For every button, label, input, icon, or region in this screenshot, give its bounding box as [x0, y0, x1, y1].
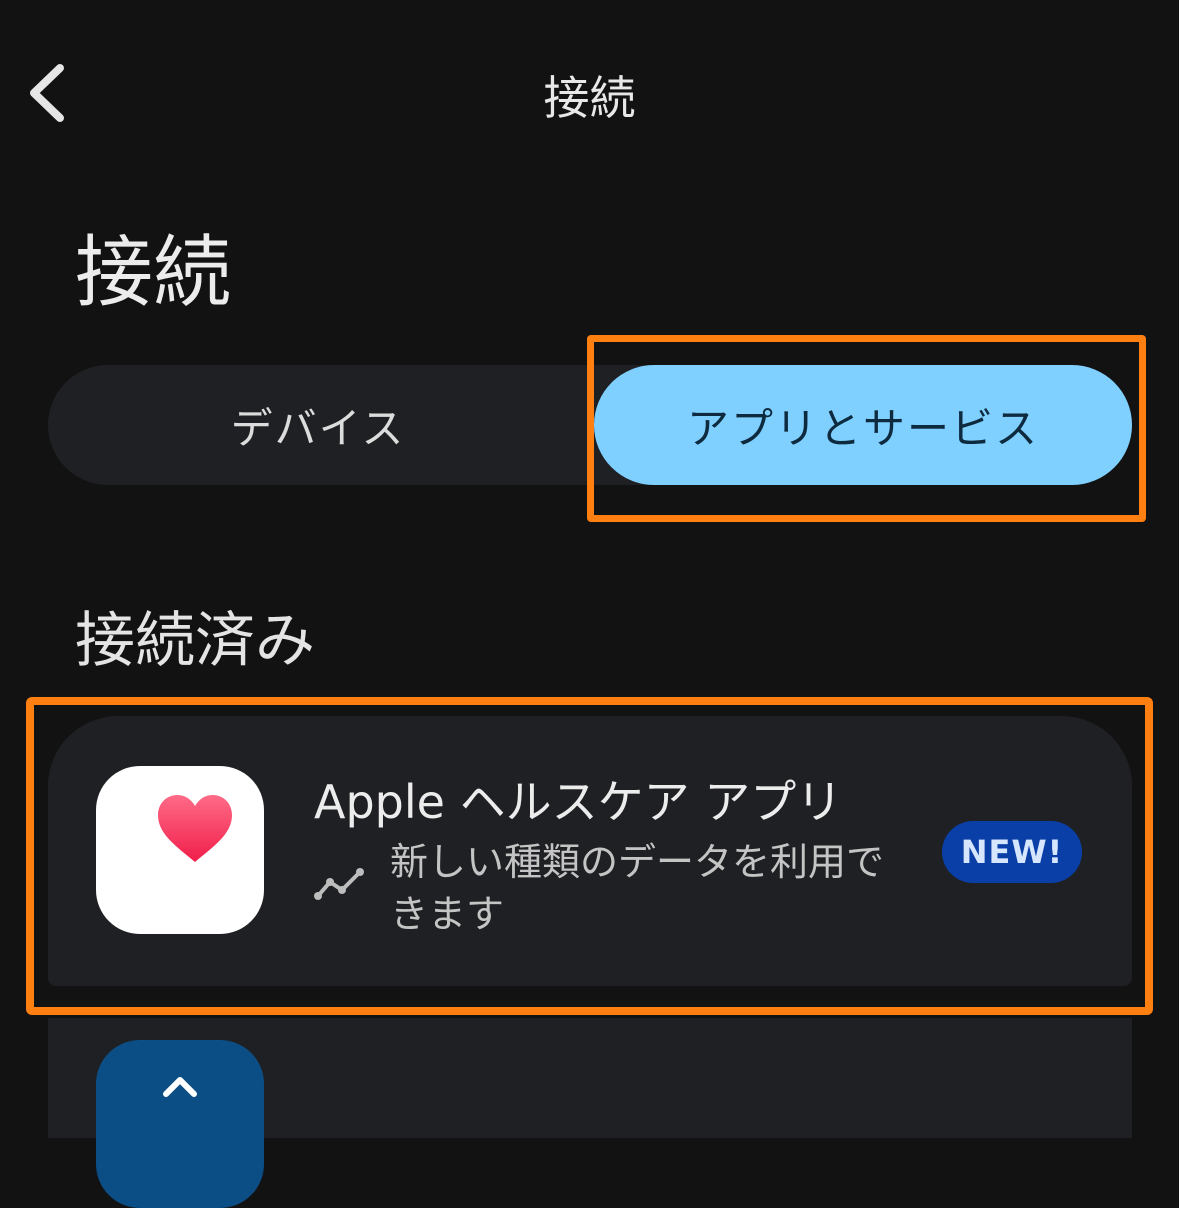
heart-icon [158, 795, 232, 862]
trend-line-icon [314, 868, 364, 900]
tab-devices[interactable]: デバイス [48, 365, 588, 485]
apple-health-app-icon [96, 766, 264, 934]
chevron-up-icon [163, 1077, 197, 1097]
nav-title: 接続 [543, 71, 636, 125]
section-title: 接続済み [75, 606, 315, 676]
app-icon [96, 1040, 264, 1208]
new-badge: NEW! [942, 821, 1082, 883]
app-name: Apple ヘルスケア アプリ [314, 775, 843, 829]
segmented-control: デバイス アプリとサービス [48, 365, 1132, 485]
app-description: 新しい種類のデータを利用できます [390, 840, 885, 936]
connected-app-card-partial[interactable] [48, 1018, 1132, 1208]
tab-apps-and-services[interactable]: アプリとサービス [594, 365, 1132, 485]
nav-bar: 接続 [0, 40, 1179, 140]
connected-app-card[interactable]: Apple ヘルスケア アプリ 新しい種類のデータを利用できます NEW! [48, 716, 1132, 986]
page-title: 接続 [75, 228, 232, 318]
